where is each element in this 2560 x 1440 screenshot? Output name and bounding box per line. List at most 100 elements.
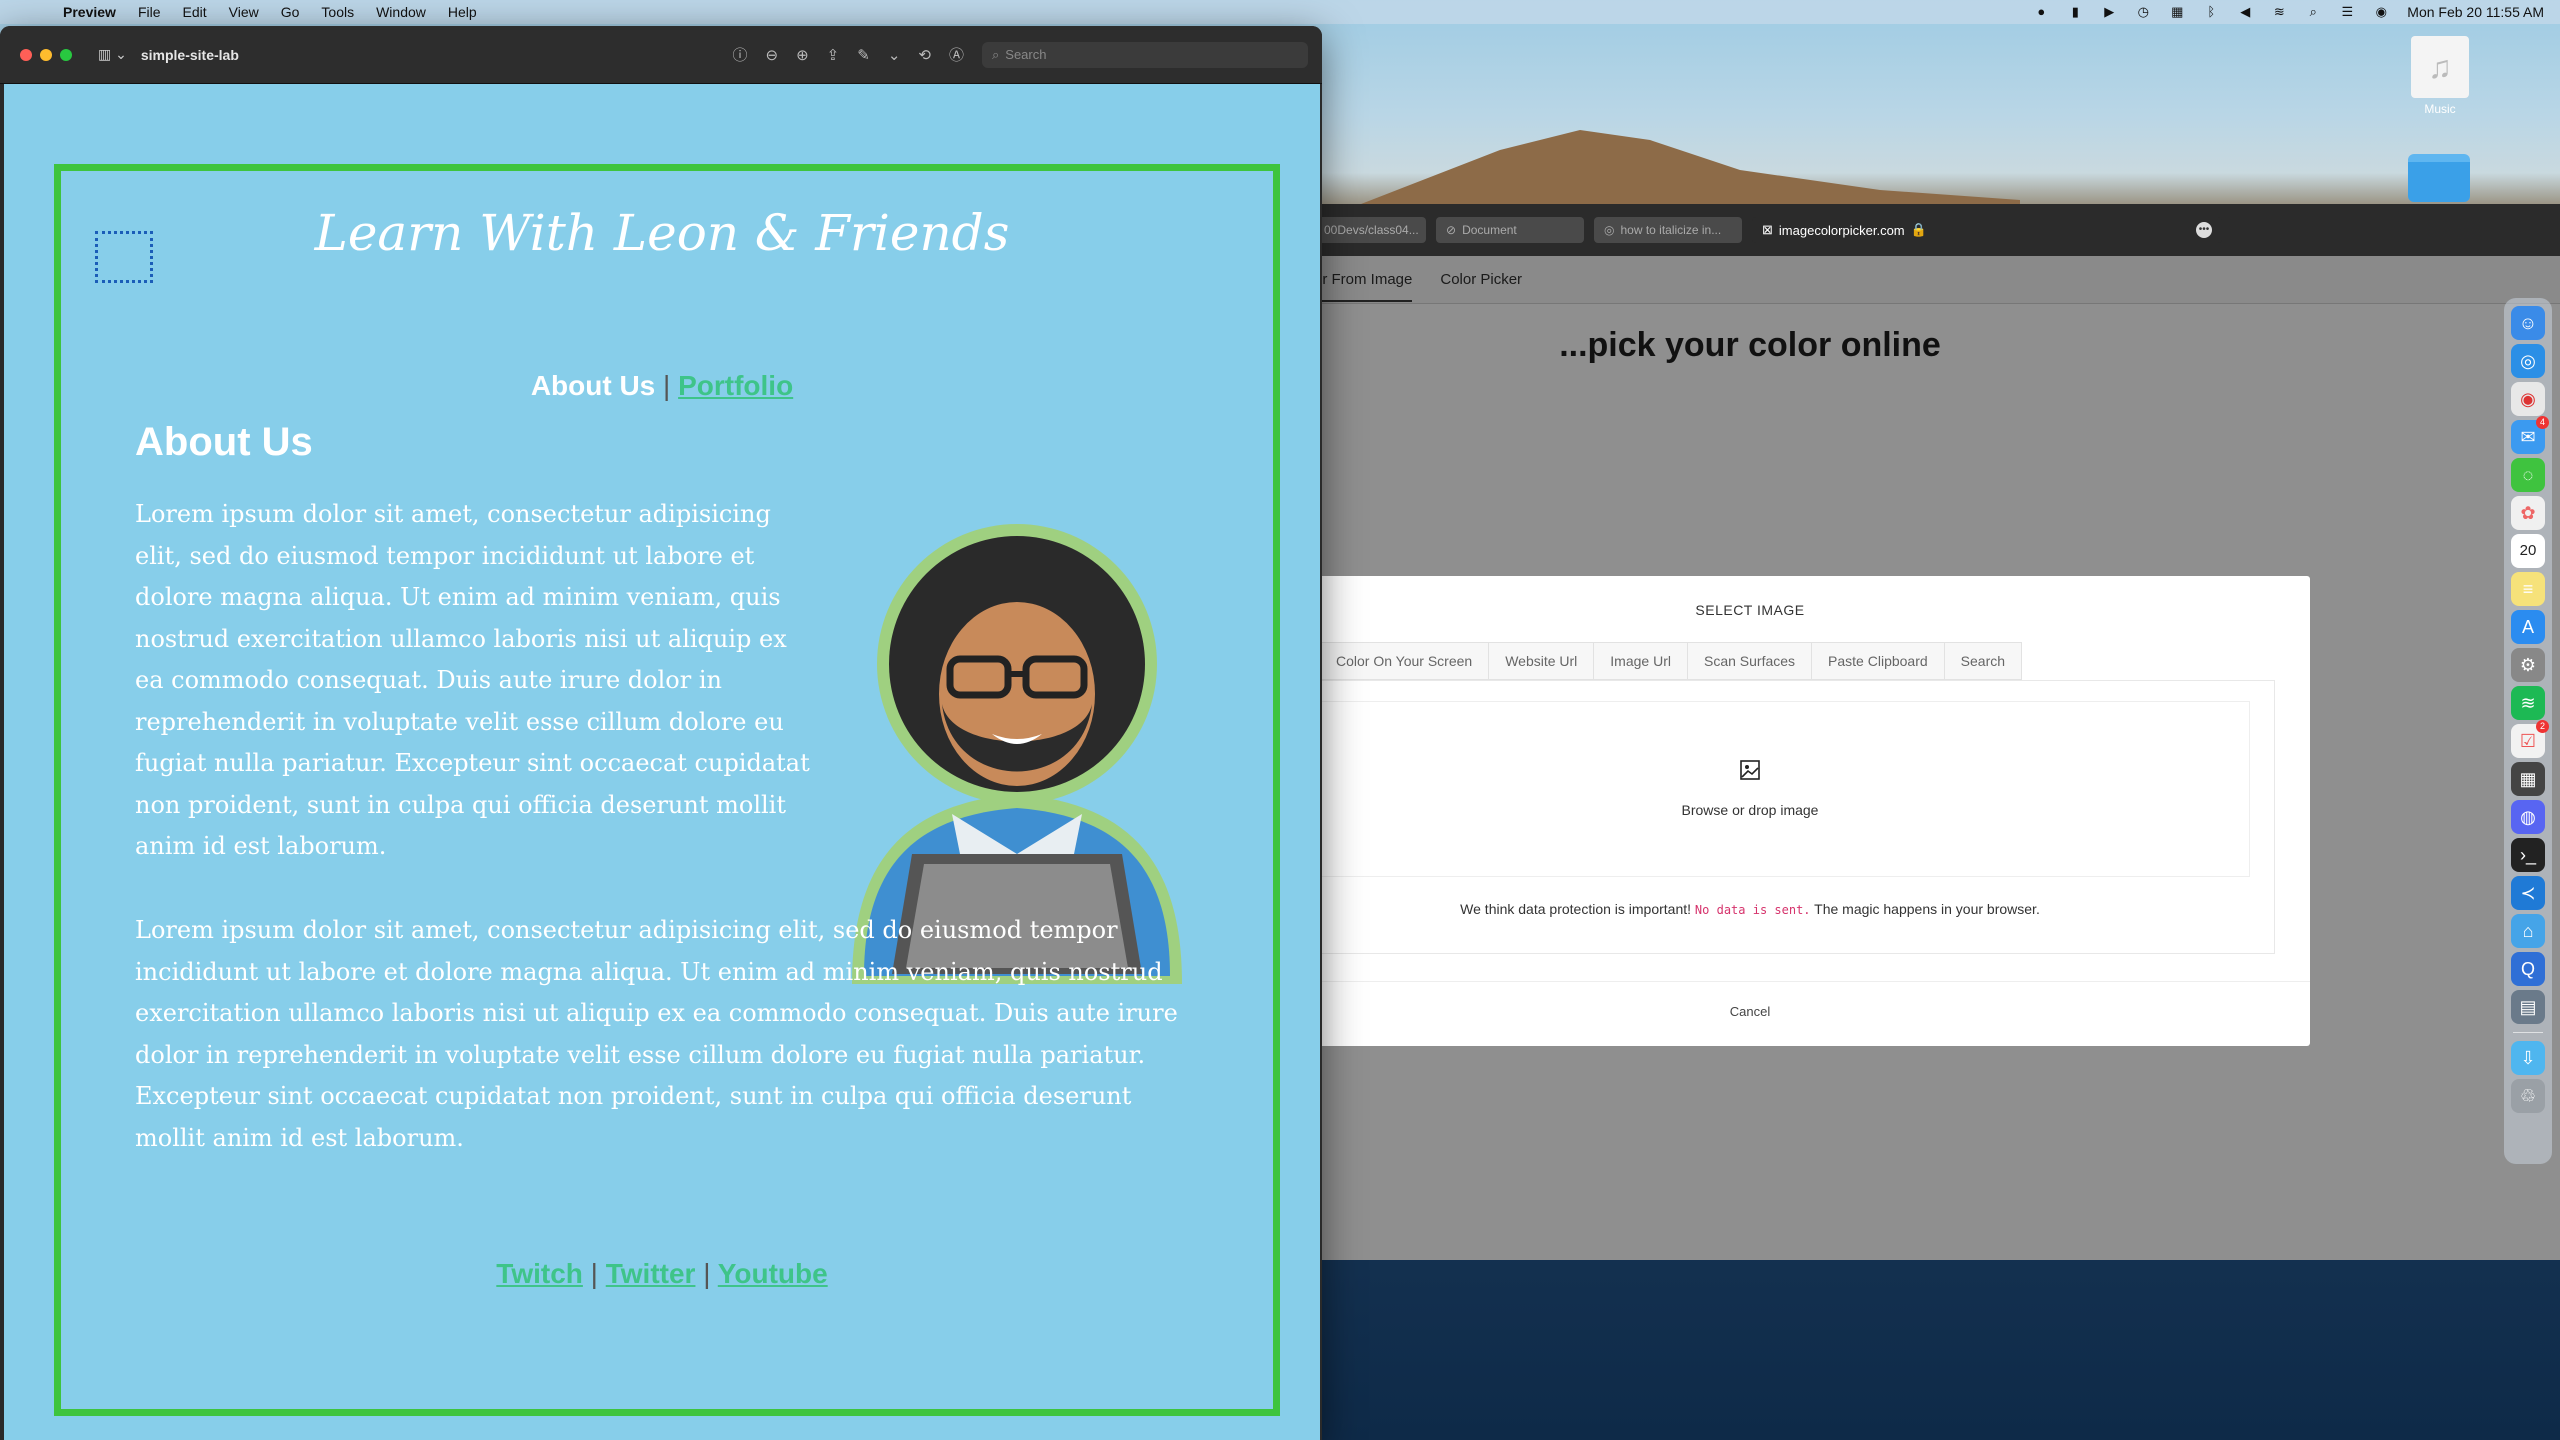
- tab-favicon-icon: ⊠: [1762, 222, 1773, 237]
- tab-label: Document: [1462, 223, 1517, 237]
- messages-icon[interactable]: ◌: [2511, 458, 2545, 492]
- chevron-down-icon[interactable]: ⌄: [888, 46, 901, 64]
- desktop-music-file[interactable]: ♫ Music: [2408, 36, 2472, 116]
- photos-icon[interactable]: ✿: [2511, 496, 2545, 530]
- chrome-icon[interactable]: ◉: [2511, 382, 2545, 416]
- mail-icon[interactable]: ✉ 4: [2511, 416, 2549, 454]
- siri-icon[interactable]: ◉: [2373, 5, 2389, 19]
- preview-icon[interactable]: ▤: [2511, 990, 2545, 1024]
- terminal-icon[interactable]: ›_: [2511, 838, 2545, 872]
- page-canvas: Learn With Leon & Friends About Us | Por…: [4, 84, 1320, 1440]
- spotlight-icon[interactable]: ⌕: [2305, 5, 2321, 19]
- volume-icon[interactable]: ◀: [2237, 5, 2253, 19]
- menu-go[interactable]: Go: [270, 4, 311, 20]
- search-input[interactable]: ⌕ Search: [982, 41, 1308, 68]
- bluetooth-icon[interactable]: ᛒ: [2203, 5, 2219, 19]
- site-nav: About Us | Portfolio: [4, 370, 1320, 402]
- home-icon[interactable]: ⌂: [2511, 914, 2545, 948]
- site-headline: ...pick your color online: [1559, 326, 1941, 364]
- reminders-icon[interactable]: ☑ 2: [2511, 720, 2549, 758]
- menu-bar: Preview File Edit View Go Tools Window H…: [0, 0, 2560, 24]
- browser-tab[interactable]: 00Devs/class04...: [1314, 217, 1426, 243]
- info-icon[interactable]: ⓘ: [733, 44, 748, 65]
- nav-about-link[interactable]: About Us: [531, 370, 655, 401]
- time-machine-icon[interactable]: ◷: [2135, 5, 2151, 19]
- image-dropzone[interactable]: Browse or drop image: [1300, 701, 2250, 877]
- drop-text: Browse or drop image: [1681, 802, 1819, 818]
- vscode-icon[interactable]: ≺: [2511, 876, 2545, 910]
- system-settings-icon[interactable]: ⚙: [2511, 648, 2545, 682]
- lock-icon: 🔒: [1910, 222, 1927, 237]
- safari-icon[interactable]: ◎: [2511, 344, 2545, 378]
- annotate-icon[interactable]: Ⓐ: [949, 44, 964, 65]
- app-store-icon[interactable]: A: [2511, 610, 2545, 644]
- desktop-folder[interactable]: [2408, 154, 2470, 202]
- minimize-icon[interactable]: [40, 48, 52, 61]
- control-center-icon[interactable]: ☰: [2339, 5, 2355, 19]
- modal-tabs: ge Color On Your Screen Website Url Imag…: [1300, 642, 2023, 680]
- about-heading: About Us: [135, 420, 313, 464]
- privacy-text: We think data protection is important!: [1460, 901, 1695, 917]
- menu-tools[interactable]: Tools: [310, 4, 365, 20]
- twitch-link[interactable]: Twitch: [496, 1258, 583, 1289]
- browser-tab[interactable]: ◎ how to italicize in...: [1594, 217, 1742, 243]
- tab-color-on-screen[interactable]: Color On Your Screen: [1320, 642, 1490, 680]
- calculator-icon[interactable]: ▦: [2511, 762, 2545, 796]
- zoom-icon[interactable]: [60, 48, 72, 61]
- site-title: Learn With Leon & Friends: [314, 204, 1010, 262]
- search-placeholder: Search: [1005, 47, 1047, 62]
- title-bar: ▥ ⌄ simple-site-lab ⓘ ⊖ ⊕ ⇪ ✎ ⌄ ⟲ Ⓐ ⌕ Se…: [0, 26, 1322, 84]
- menu-edit[interactable]: Edit: [172, 4, 218, 20]
- youtube-link[interactable]: Youtube: [718, 1258, 828, 1289]
- twitter-link[interactable]: Twitter: [606, 1258, 696, 1289]
- quicktime-icon[interactable]: Q: [2511, 952, 2545, 986]
- tab-website-url[interactable]: Website Url: [1489, 642, 1595, 680]
- wifi-icon[interactable]: ≋: [2271, 5, 2287, 19]
- nav-color-picker[interactable]: Color Picker: [1440, 271, 1522, 288]
- calendar-icon[interactable]: 20: [2511, 534, 2545, 568]
- spotify-icon[interactable]: ≋: [2511, 686, 2545, 720]
- trash-icon[interactable]: ♲: [2511, 1079, 2545, 1113]
- tab-paste-clipboard[interactable]: Paste Clipboard: [1812, 642, 1945, 680]
- footer-separator: |: [590, 1258, 598, 1289]
- zoom-out-icon[interactable]: ⊖: [766, 46, 779, 64]
- privacy-text: The magic happens in your browser.: [1810, 901, 2040, 917]
- privacy-note: We think data protection is important! N…: [1300, 901, 2200, 917]
- footer-links: Twitch | Twitter | Youtube: [4, 1258, 1320, 1290]
- menu-window[interactable]: Window: [365, 4, 437, 20]
- zoom-in-icon[interactable]: ⊕: [796, 46, 809, 64]
- menu-help[interactable]: Help: [437, 4, 488, 20]
- play-icon[interactable]: ▶: [2101, 5, 2117, 19]
- dropzone-panel: Browse or drop image We think data prote…: [1300, 680, 2275, 954]
- notes-icon[interactable]: ≡: [2511, 572, 2545, 606]
- battery-icon[interactable]: ▮: [2067, 5, 2083, 19]
- browser-tab[interactable]: ⊘ Document: [1436, 217, 1584, 243]
- tab-search[interactable]: Search: [1944, 642, 2023, 680]
- sidebar-toggle-icon[interactable]: ▥ ⌄: [98, 46, 127, 63]
- grammarly-icon[interactable]: ●: [2033, 5, 2049, 19]
- discord-icon[interactable]: ◍: [2511, 800, 2545, 834]
- nav-from-image[interactable]: or From Image: [1314, 271, 1413, 302]
- finder-icon[interactable]: ☺: [2511, 306, 2545, 340]
- share-icon[interactable]: ⇪: [827, 46, 840, 64]
- clock[interactable]: Mon Feb 20 11:55 AM: [2407, 4, 2544, 20]
- folder-icon: [2408, 154, 2470, 202]
- menu-view[interactable]: View: [218, 4, 270, 20]
- tab-image-url[interactable]: Image Url: [1594, 642, 1688, 680]
- site-nav: or From Image Color Picker: [1300, 256, 2560, 304]
- privacy-code: No data is sent.: [1694, 903, 1811, 917]
- downloads-folder-icon[interactable]: ⇩: [2511, 1041, 2545, 1075]
- rotate-icon[interactable]: ⟲: [918, 46, 931, 64]
- cancel-button[interactable]: Cancel: [1300, 1004, 2200, 1019]
- menu-file[interactable]: File: [127, 4, 172, 20]
- markup-icon[interactable]: ✎: [857, 46, 870, 64]
- window-manager-icon[interactable]: ▦: [2169, 5, 2185, 19]
- nav-portfolio-link[interactable]: Portfolio: [678, 370, 793, 401]
- menu-app-name[interactable]: Preview: [52, 4, 127, 20]
- close-icon[interactable]: [20, 48, 32, 61]
- more-icon[interactable]: •••: [2196, 222, 2212, 238]
- calendar-day: 20: [2519, 542, 2537, 559]
- tab-scan-surfaces[interactable]: Scan Surfaces: [1687, 642, 1813, 680]
- browser-tab-active[interactable]: ⊠ imagecolorpicker.com 🔒 •••: [1752, 217, 2222, 243]
- nav-separator: |: [663, 370, 671, 401]
